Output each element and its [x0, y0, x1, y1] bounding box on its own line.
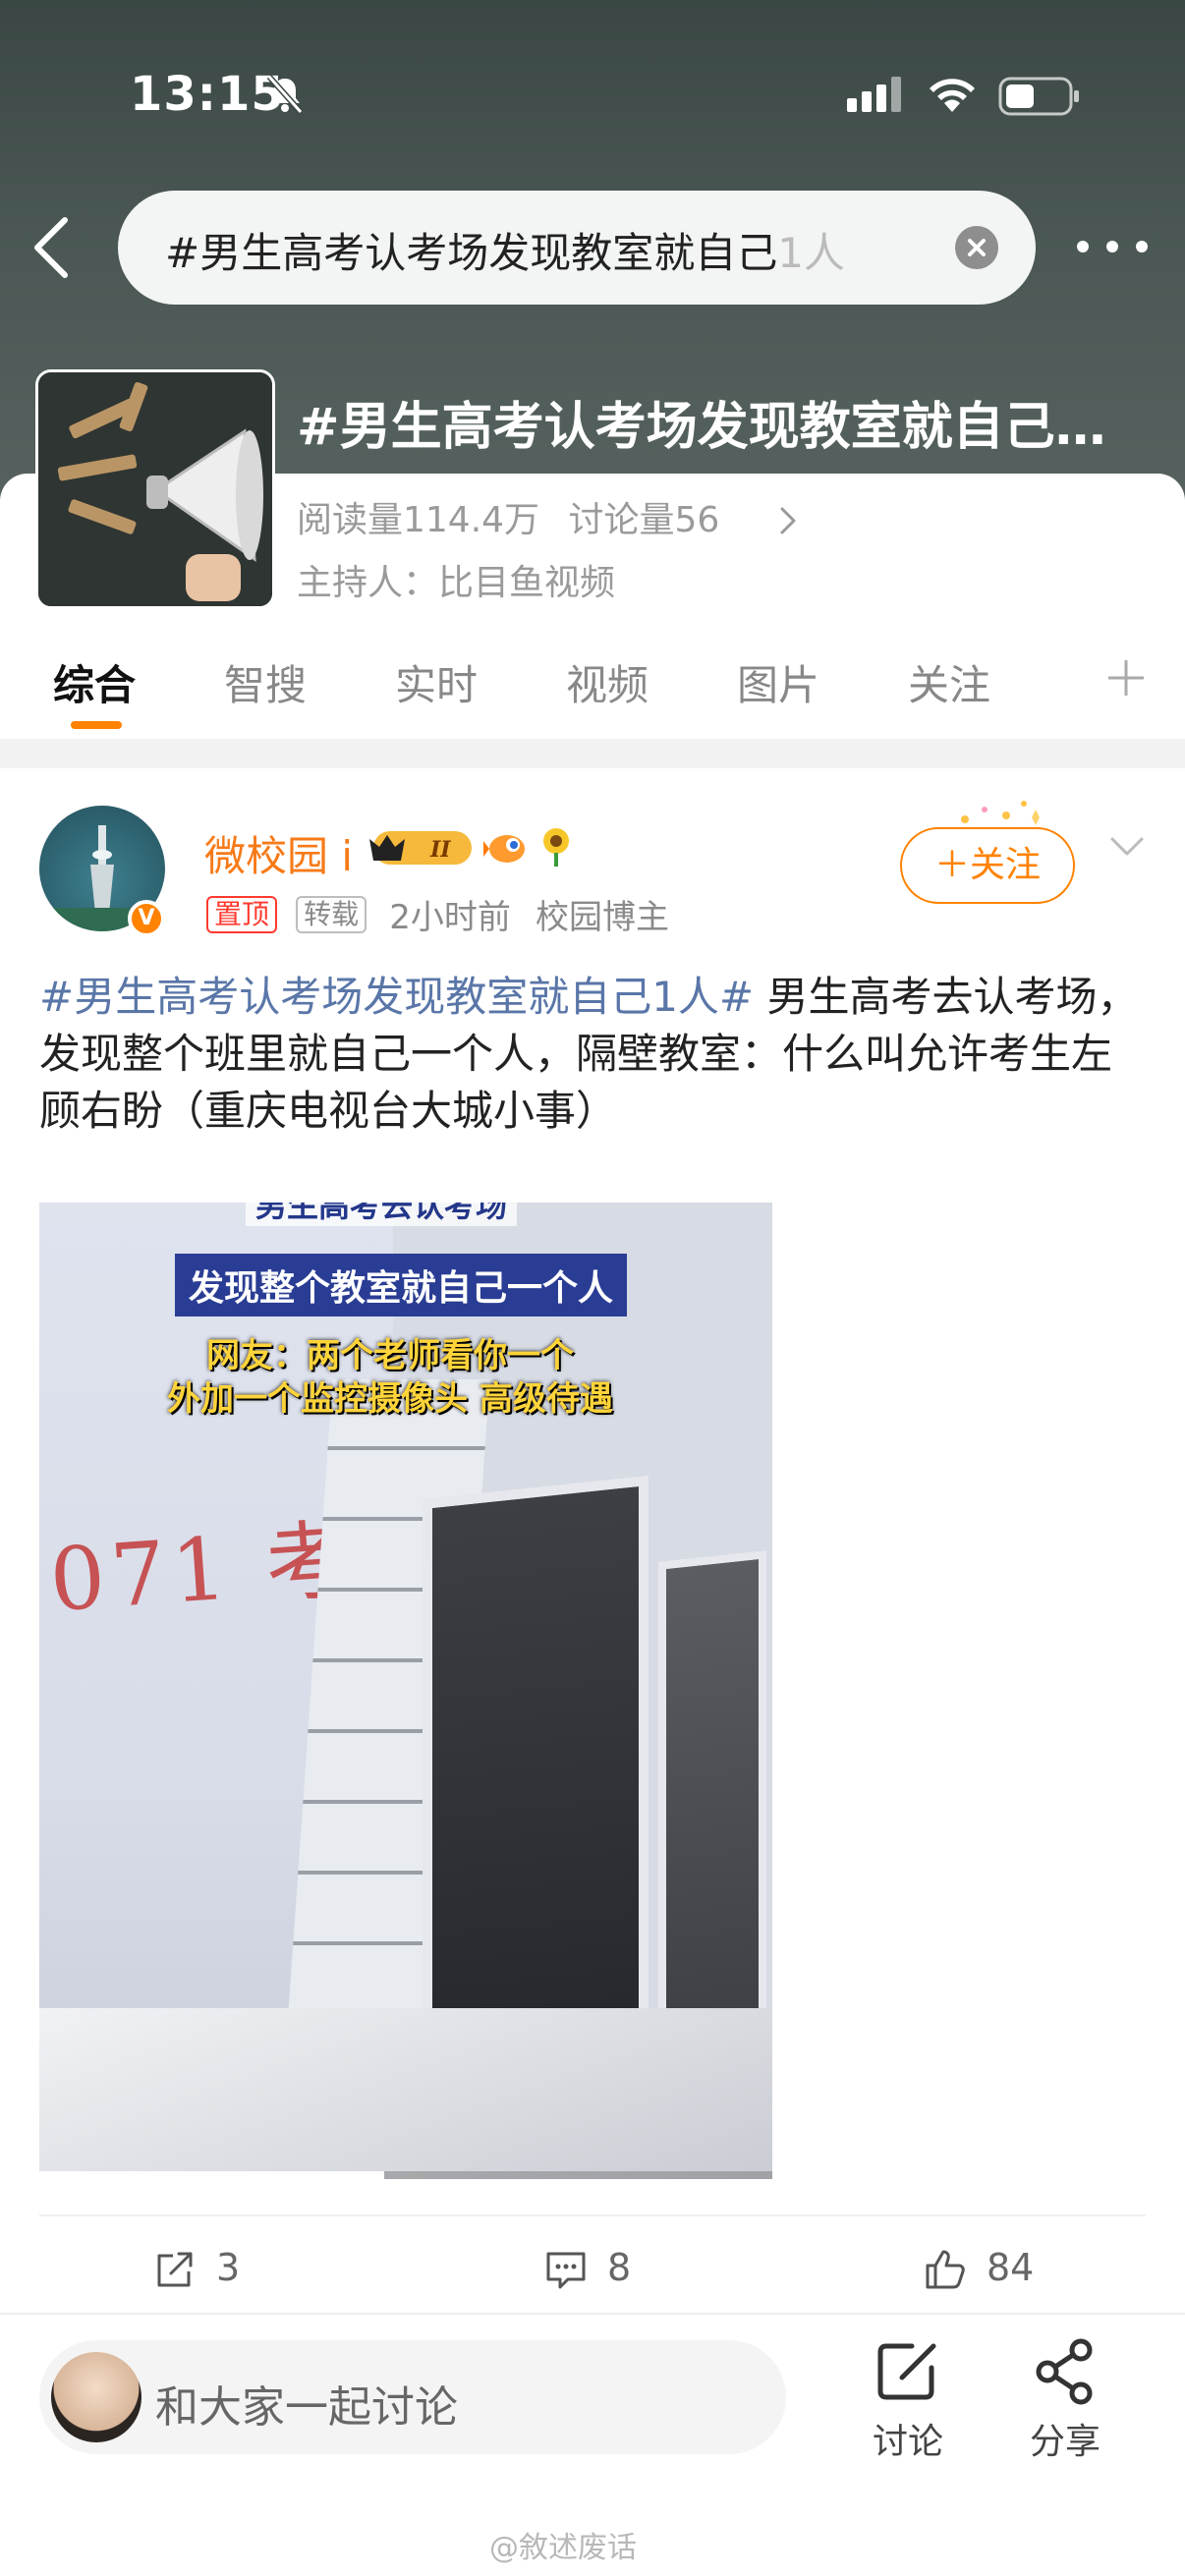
battery-icon: [998, 77, 1079, 116]
discuss-label: 讨论: [872, 2422, 943, 2462]
repost-button[interactable]: 3: [153, 2244, 291, 2293]
post-time: 2小时前: [389, 898, 511, 937]
like-count: 84: [987, 2246, 1035, 2289]
video-caption-line2: 外加一个监控摄像头 高级待遇: [167, 1379, 613, 1419]
cellular-signal-icon: [847, 77, 901, 112]
verified-badge: V: [128, 900, 165, 937]
repost-tag: 转载: [296, 895, 367, 933]
comment-icon: [546, 2252, 586, 2289]
status-time: 13:15: [130, 67, 285, 122]
post-meta: 置顶 转载 2小时前 校园博主: [206, 890, 669, 937]
topic-host[interactable]: 主持人：比目鱼视频: [297, 554, 615, 605]
bell-muted-icon: [266, 75, 304, 114]
video-floor: [39, 2008, 772, 2179]
video-progress-fill: [39, 2171, 384, 2179]
video-progress-bar[interactable]: [39, 2171, 772, 2179]
bottom-bar-divider: [0, 2313, 1185, 2315]
megaphone-illustration: [38, 372, 272, 606]
plus-icon[interactable]: [1104, 656, 1148, 700]
post-hashtag-link[interactable]: #男生高考认考场发现教室就自己1人#: [39, 973, 754, 1021]
tab-bar: 综合 智搜 实时 视频 图片 关注: [0, 639, 1185, 737]
post-source: 校园博主: [535, 898, 669, 937]
video-caption-top: 男生高考去认考场: [246, 1203, 518, 1226]
clear-search-button[interactable]: [955, 226, 998, 269]
video-player[interactable]: 071 考场 男生高考去认考场 发现整个教室就自己一个人 网友：两个老师看你一个…: [39, 1203, 772, 2179]
thumbs-up-icon: [926, 2250, 965, 2289]
chevron-down-icon[interactable]: [1108, 835, 1146, 859]
user-avatar: [51, 2352, 141, 2442]
discuss-button[interactable]: 讨论: [849, 2336, 967, 2464]
video-window-2: [658, 1550, 766, 2073]
comment-count: 8: [607, 2246, 632, 2289]
more-options-icon[interactable]: [1073, 232, 1152, 261]
section-divider: [0, 739, 1185, 768]
topic-title: #男生高考认考场发现教室就自己…: [297, 398, 1106, 457]
watermark: @敘述废话: [489, 2531, 637, 2565]
share-button[interactable]: 分享: [1006, 2336, 1124, 2464]
comment-placeholder: 和大家一起讨论: [155, 2382, 458, 2433]
tab-realtime[interactable]: 实时: [395, 652, 478, 712]
tab-following[interactable]: 关注: [908, 652, 990, 712]
repost-count: 3: [216, 2246, 241, 2289]
fish-emoji-icon: [483, 835, 525, 863]
status-bar: 13:15: [0, 59, 1185, 138]
follow-button[interactable]: ＋关注: [900, 827, 1075, 904]
pinned-tag: 置顶: [206, 895, 278, 933]
topic-cover-image[interactable]: [35, 369, 275, 609]
compose-icon: [877, 2343, 936, 2400]
chevron-right-icon[interactable]: [776, 503, 800, 538]
tab-images[interactable]: 图片: [737, 652, 819, 712]
sparkle-decoration-icon: [961, 801, 1040, 825]
wifi-icon: [930, 79, 975, 112]
like-button[interactable]: 84: [924, 2244, 1081, 2293]
read-count: 阅读量114.4万: [297, 500, 540, 540]
video-caption-line1: 网友：两个老师看你一个: [206, 1336, 574, 1375]
discussion-count: 讨论量56: [568, 500, 720, 540]
tab-comprehensive[interactable]: 综合: [53, 652, 136, 712]
comment-button[interactable]: 8: [544, 2244, 682, 2293]
repost-icon: [157, 2252, 193, 2287]
active-tab-indicator: [71, 721, 122, 729]
video-caption-main: 发现整个教室就自己一个人: [175, 1254, 628, 1316]
close-icon: [968, 239, 986, 256]
tab-smart-search[interactable]: 智搜: [224, 652, 307, 712]
share-icon: [1036, 2338, 1093, 2405]
comment-input[interactable]: 和大家一起讨论: [39, 2340, 786, 2454]
tab-video[interactable]: 视频: [566, 652, 649, 712]
post-body: #男生高考认考场发现教室就自己1人# 男生高考去认考场，发现整个班里就自己一个人…: [39, 969, 1150, 1140]
topic-stats[interactable]: 阅读量114.4万 讨论量56: [297, 491, 737, 542]
search-input[interactable]: #男生高考认考场发现教室就自己1人: [118, 191, 1036, 305]
back-arrow-icon[interactable]: [22, 208, 81, 287]
sunflower-emoji-icon: [543, 828, 569, 867]
svg-text:II: II: [429, 837, 451, 863]
search-query: #男生高考认考场发现教室就自己1人: [165, 229, 845, 277]
vip-crown-badge-icon[interactable]: II: [366, 825, 478, 870]
share-label: 分享: [1029, 2422, 1100, 2462]
author-name[interactable]: 微校园 i: [204, 823, 353, 883]
post-divider: [39, 2214, 1146, 2216]
